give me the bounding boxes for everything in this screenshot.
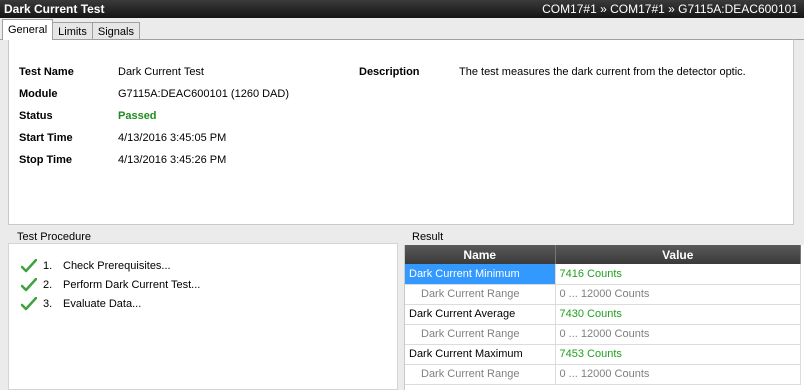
step-label: Perform Dark Current Test... [63, 279, 201, 291]
green-check-icon [21, 297, 37, 311]
result-value-cell: 7416 Counts [555, 264, 801, 285]
step-number: 1. [43, 260, 53, 272]
table-row[interactable]: Dark Current Average 7430 Counts [405, 304, 801, 325]
procedure-step[interactable]: 2. Perform Dark Current Test... [21, 277, 200, 293]
tab-limits[interactable]: Limits [52, 22, 93, 40]
procedure-step[interactable]: 3. Evaluate Data... [21, 296, 141, 312]
procedure-panel: 1. Check Prerequisites... 2. Perform Dar… [8, 243, 398, 390]
title-bar: Dark Current Test COM17#1 » COM17#1 » G7… [0, 0, 804, 18]
tab-strip: General Limits Signals [0, 18, 140, 40]
stop-time-value: 4/13/2016 3:45:26 PM [118, 154, 227, 166]
result-name-cell: Dark Current Average [405, 304, 556, 325]
general-panel: Test Name Dark Current Test Module G7115… [8, 39, 794, 225]
result-name-cell: Dark Current Maximum [405, 344, 556, 365]
stop-time-label: Stop Time [19, 154, 72, 166]
module-value: G7115A:DEAC600101 (1260 DAD) [118, 88, 290, 100]
description-label: Description [359, 66, 420, 78]
result-name-cell: Dark Current Range [405, 364, 556, 385]
green-check-icon [21, 278, 37, 292]
table-row[interactable]: Dark Current Range 0 ... 12000 Counts [405, 364, 801, 385]
description-value: The test measures the dark current from … [459, 66, 746, 78]
result-value-cell: 7430 Counts [555, 304, 801, 325]
table-row[interactable]: Dark Current Range 0 ... 12000 Counts [405, 324, 801, 345]
column-header-value[interactable]: Value [555, 245, 801, 264]
green-check-icon [21, 259, 37, 273]
procedure-step[interactable]: 1. Check Prerequisites... [21, 258, 171, 274]
result-value-cell: 0 ... 12000 Counts [555, 324, 801, 345]
step-label: Check Prerequisites... [63, 260, 171, 272]
table-row[interactable]: Dark Current Range 0 ... 12000 Counts [405, 284, 801, 305]
result-name-cell: Dark Current Minimum [405, 264, 556, 285]
start-time-value: 4/13/2016 3:45:05 PM [118, 132, 227, 144]
status-value: Passed [118, 110, 157, 122]
column-header-name[interactable]: Name [405, 245, 556, 264]
breadcrumb: COM17#1 » COM17#1 » G7115A:DEAC600101 [542, 2, 798, 16]
result-value-cell: 0 ... 12000 Counts [555, 284, 801, 305]
test-name-value: Dark Current Test [118, 66, 204, 78]
window-title: Dark Current Test [4, 2, 105, 16]
status-label: Status [19, 110, 53, 122]
tab-signals[interactable]: Signals [91, 22, 140, 40]
test-name-label: Test Name [19, 66, 74, 78]
result-name-cell: Dark Current Range [405, 324, 556, 345]
table-row[interactable]: Dark Current Minimum 7416 Counts [405, 264, 801, 285]
result-name-cell: Dark Current Range [405, 284, 556, 305]
module-label: Module [19, 88, 58, 100]
step-number: 2. [43, 279, 53, 291]
table-row[interactable]: Dark Current Maximum 7453 Counts [405, 344, 801, 365]
procedure-title: Test Procedure [15, 231, 93, 243]
result-title: Result [410, 231, 446, 243]
step-label: Evaluate Data... [63, 298, 142, 310]
result-value-cell: 7453 Counts [555, 344, 801, 365]
start-time-label: Start Time [19, 132, 73, 144]
result-panel: Name Value Dark Current Minimum 7416 Cou… [404, 245, 804, 390]
result-table: Name Value Dark Current Minimum 7416 Cou… [405, 245, 801, 385]
tab-general[interactable]: General [2, 19, 54, 40]
step-number: 3. [43, 298, 53, 310]
result-value-cell: 0 ... 12000 Counts [555, 364, 801, 385]
